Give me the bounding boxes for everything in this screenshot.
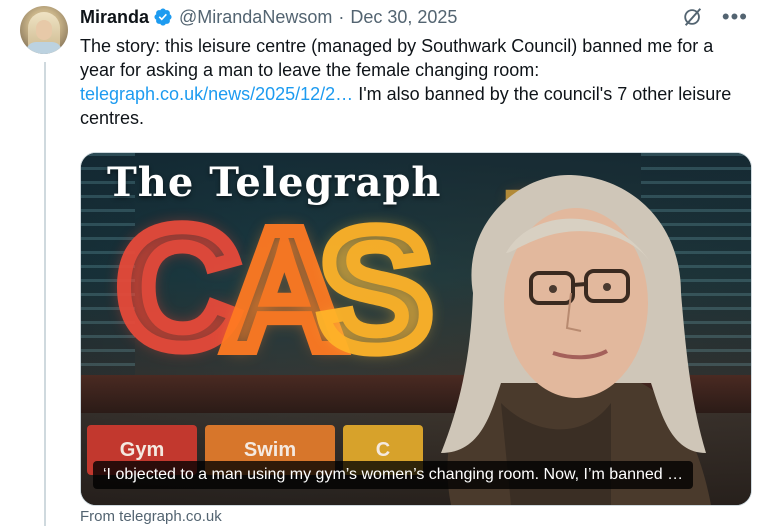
thread-line <box>44 62 46 526</box>
tweet-header: Miranda @MirandaNewsom · Dec 30, 2025 ••… <box>80 5 748 29</box>
separator-dot: · <box>338 6 345 27</box>
more-options-icon[interactable]: ••• <box>722 6 748 28</box>
author-name[interactable]: Miranda <box>80 7 149 28</box>
telegraph-logo: The Telegraph <box>107 159 442 206</box>
link-card-image[interactable]: C A S T Gym Swim C The Telegraph ‘I obje… <box>80 152 752 506</box>
tweet-date[interactable]: Dec 30, 2025 <box>350 7 457 28</box>
verified-badge-icon <box>154 8 172 26</box>
neon-letter-c: C <box>110 193 247 383</box>
article-link[interactable]: telegraph.co.uk/news/2025/12/2… <box>80 84 353 104</box>
avatar[interactable] <box>20 6 68 54</box>
tweet-text: The story: this leisure centre (managed … <box>80 34 740 130</box>
link-source[interactable]: From telegraph.co.uk <box>80 508 222 525</box>
article-headline[interactable]: ‘I objected to a man using my gym’s wome… <box>93 461 694 489</box>
tweet-text-part-1: The story: this leisure centre (managed … <box>80 36 714 80</box>
grok-icon[interactable] <box>682 6 704 28</box>
author-handle[interactable]: @MirandaNewsom <box>179 7 332 28</box>
